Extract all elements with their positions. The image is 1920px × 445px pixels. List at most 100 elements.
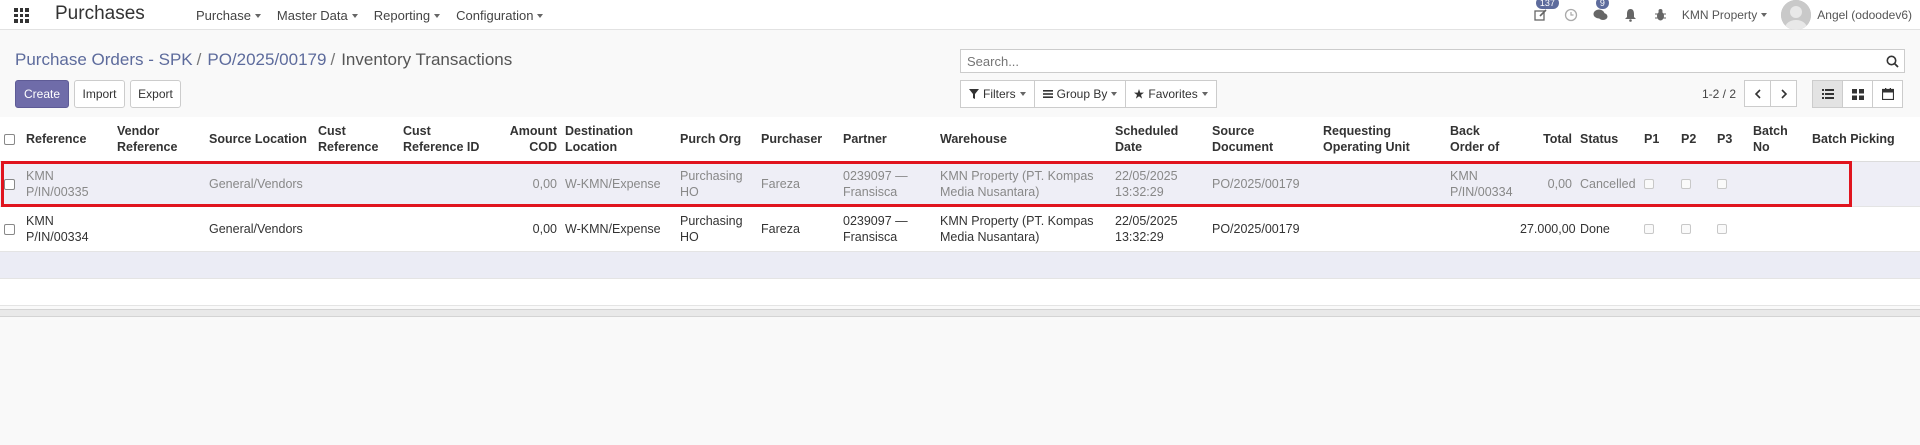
- cell-scheduled-date: 22/05/2025 13:32:29: [1111, 206, 1208, 252]
- column-header-batch-picking[interactable]: Batch Picking: [1808, 117, 1920, 162]
- column-header-back-order-of[interactable]: Back Order of: [1446, 117, 1516, 162]
- column-header-requesting-operating-unit[interactable]: Requesting Operating Unit: [1319, 117, 1446, 162]
- kanban-icon: [1851, 88, 1864, 100]
- bell-icon[interactable]: [1622, 6, 1640, 24]
- cell-batch-no: [1749, 161, 1808, 207]
- table-row[interactable]: KMN P/IN/00334 General/Vendors 0,00 W-KM…: [0, 206, 1920, 252]
- column-header-total[interactable]: Total: [1516, 117, 1576, 162]
- row-checkbox[interactable]: [4, 223, 15, 235]
- user-name[interactable]: Angel (odoodev6): [1817, 8, 1912, 22]
- search-bar: [960, 49, 1905, 73]
- empty-cell: [0, 251, 1920, 279]
- column-header-source-document[interactable]: Source Document: [1208, 117, 1319, 162]
- user-avatar[interactable]: [1781, 0, 1812, 30]
- kanban-view-button[interactable]: [1842, 80, 1873, 108]
- column-header-purch-org[interactable]: Purch Org: [676, 117, 757, 162]
- p2-checkbox: [1681, 179, 1691, 190]
- caret-down-icon: [351, 13, 358, 18]
- menu-reporting[interactable]: Reporting: [373, 8, 441, 23]
- list-view-button[interactable]: [1812, 80, 1843, 108]
- apps-menu-icon[interactable]: [14, 8, 29, 23]
- pager-next-button[interactable]: [1770, 80, 1797, 107]
- cell-p2: [1677, 161, 1713, 207]
- cell-cust-reference: [314, 206, 399, 252]
- activity-badge: 137: [1535, 0, 1559, 9]
- import-button[interactable]: Import: [74, 80, 125, 108]
- column-header-source-location[interactable]: Source Location: [205, 117, 314, 162]
- column-header-reference[interactable]: Reference: [22, 117, 113, 162]
- cell-source-document: PO/2025/00179: [1208, 161, 1319, 207]
- column-header-warehouse[interactable]: Warehouse: [936, 117, 1111, 162]
- filters-button[interactable]: Filters: [960, 80, 1035, 108]
- caret-down-icon: [537, 13, 544, 18]
- menu-master-data[interactable]: Master Data: [277, 8, 358, 23]
- menu-purchase[interactable]: Purchase: [196, 8, 261, 23]
- caret-down-icon: [1201, 92, 1208, 96]
- column-header-cust-reference-id[interactable]: Cust Reference ID: [399, 117, 495, 162]
- table-header-row: Reference Vendor Reference Source Locati…: [0, 117, 1920, 162]
- cell-destination-location: W-KMN/Expense: [561, 161, 676, 207]
- column-header-status[interactable]: Status: [1576, 117, 1640, 162]
- create-button[interactable]: Create: [15, 80, 69, 108]
- menu-label: Master Data: [276, 8, 348, 23]
- cell-back-order-of: [1446, 206, 1516, 252]
- column-header-p2[interactable]: P2: [1677, 117, 1713, 162]
- select-all-cell: [0, 117, 22, 162]
- empty-row: [0, 251, 1920, 279]
- column-header-batch-no[interactable]: Batch No: [1749, 117, 1808, 162]
- breadcrumb: Purchase Orders - SPK / PO/2025/00179 / …: [15, 50, 512, 70]
- column-header-cust-reference[interactable]: Cust Reference: [314, 117, 399, 162]
- messages-icon[interactable]: 9: [1592, 0, 1610, 24]
- export-button[interactable]: Export: [130, 80, 181, 108]
- column-header-p1[interactable]: P1: [1640, 117, 1677, 162]
- search-input[interactable]: [967, 53, 1880, 69]
- search-icon[interactable]: [1880, 50, 1904, 72]
- company-switcher[interactable]: KMN Property: [1681, 8, 1768, 22]
- menu-configuration[interactable]: Configuration: [456, 8, 544, 23]
- column-header-scheduled-date[interactable]: Scheduled Date: [1111, 117, 1208, 162]
- column-header-partner[interactable]: Partner: [839, 117, 936, 162]
- cell-batch-picking: [1808, 206, 1920, 252]
- chevron-left-icon: [1754, 88, 1761, 99]
- favorites-label: Favorites: [1148, 87, 1198, 101]
- p3-checkbox: [1717, 179, 1727, 190]
- cell-total: 27.000,00: [1516, 206, 1576, 252]
- company-label: KMN Property: [1681, 8, 1758, 22]
- activity-edit-icon[interactable]: 137: [1532, 0, 1559, 24]
- breadcrumb-purchase-orders[interactable]: Purchase Orders - SPK: [15, 50, 193, 70]
- caret-down-icon: [254, 13, 261, 18]
- menu-label: Reporting: [373, 8, 431, 23]
- menu-label: Purchase: [196, 8, 251, 23]
- cell-purch-org: Purchasing HO: [676, 161, 757, 207]
- column-header-amount-cod[interactable]: Amount COD: [495, 117, 561, 162]
- empty-row: [0, 278, 1920, 306]
- cell-cust-reference-id: [399, 161, 495, 207]
- group-by-button[interactable]: Group By: [1033, 80, 1127, 108]
- calendar-icon: [1881, 88, 1894, 100]
- caret-down-icon: [1111, 92, 1118, 96]
- cell-total: 0,00: [1516, 161, 1576, 207]
- column-header-vendor-reference[interactable]: Vendor Reference: [113, 117, 205, 162]
- column-header-destination-location[interactable]: Destination Location: [561, 117, 676, 162]
- cell-requesting-operating-unit: [1319, 206, 1446, 252]
- cell-cust-reference: [314, 161, 399, 207]
- calendar-view-button[interactable]: [1872, 80, 1903, 108]
- pager-previous-button[interactable]: [1744, 80, 1771, 107]
- select-all-checkbox[interactable]: [4, 133, 15, 145]
- column-header-p3[interactable]: P3: [1713, 117, 1749, 162]
- search-options: Filters Group By Favorites: [960, 80, 1217, 108]
- table-row[interactable]: KMN P/IN/00335 General/Vendors 0,00 W-KM…: [0, 161, 1920, 207]
- pager-value[interactable]: 1-2 / 2: [1702, 87, 1736, 101]
- debug-bug-icon[interactable]: [1652, 6, 1670, 24]
- main-menu: Purchase Master Data Reporting Configura…: [196, 8, 559, 23]
- caret-down-icon: [434, 13, 441, 18]
- cell-batch-picking: [1808, 161, 1920, 207]
- menu-label: Configuration: [456, 8, 534, 23]
- app-name[interactable]: Purchases: [55, 3, 145, 25]
- cell-p3: [1713, 161, 1749, 207]
- clock-icon[interactable]: [1562, 6, 1580, 24]
- favorites-button[interactable]: Favorites: [1125, 80, 1217, 108]
- row-checkbox[interactable]: [4, 178, 15, 190]
- column-header-purchaser[interactable]: Purchaser: [757, 117, 839, 162]
- breadcrumb-po[interactable]: PO/2025/00179: [207, 50, 326, 70]
